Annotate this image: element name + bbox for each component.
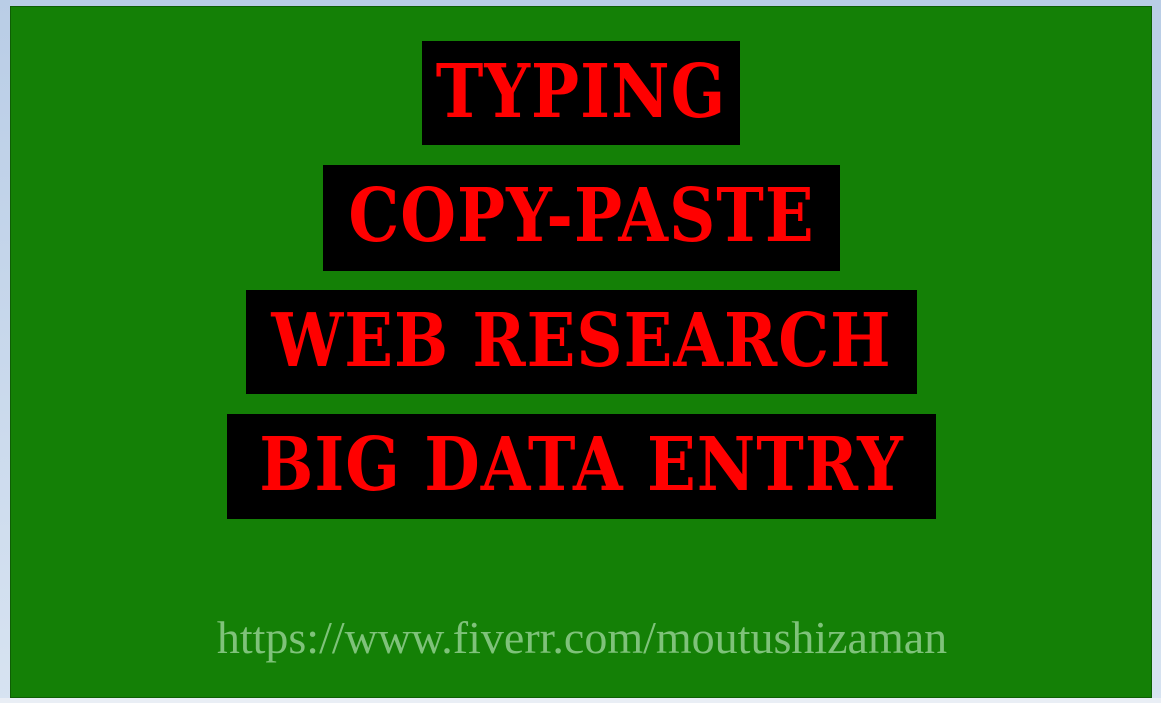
banner-big-data-entry: BIG DATA ENTRY [227,414,936,519]
banner-copy-paste-text: COPY-PASTE [348,173,815,260]
banner-web-research-text: WEB RESEARCH [271,298,892,385]
banner-big-data-entry-text: BIG DATA ENTRY [259,422,904,509]
window-frame: TYPING COPY-PASTE WEB RESEARCH BIG DATA … [0,0,1161,703]
fiverr-url-text: https://www.fiverr.com/moutushizaman [216,612,948,663]
banner-typing: TYPING [422,41,740,145]
banner-web-research: WEB RESEARCH [246,290,917,394]
slide-canvas: TYPING COPY-PASTE WEB RESEARCH BIG DATA … [10,6,1152,698]
banner-typing-text: TYPING [435,49,727,136]
bottom-border [0,698,1161,703]
banner-copy-paste: COPY-PASTE [323,165,840,271]
